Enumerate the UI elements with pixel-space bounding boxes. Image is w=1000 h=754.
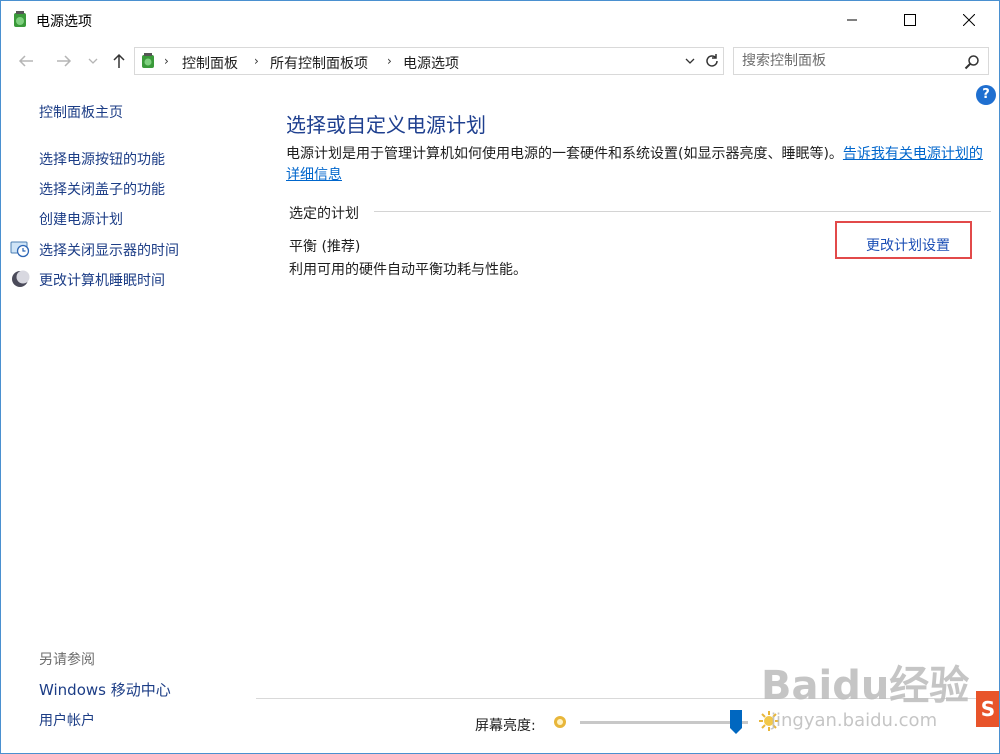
- title-bar: 电源选项: [1, 1, 999, 39]
- arrow-up-icon: [113, 53, 125, 68]
- breadcrumb-separator-icon[interactable]: ›: [254, 54, 259, 68]
- sidebar-item-sleep-time[interactable]: 更改计算机睡眠时间: [39, 270, 165, 290]
- plan-name[interactable]: 平衡 (推荐): [289, 236, 360, 256]
- close-icon: [963, 14, 975, 26]
- chevron-down-icon: [88, 58, 98, 64]
- sidebar-item-power-button[interactable]: 选择电源按钮的功能: [39, 149, 165, 169]
- monitor-clock-icon: [10, 241, 30, 258]
- brightness-slider-thumb[interactable]: [730, 710, 743, 734]
- breadcrumb-separator-icon[interactable]: ›: [164, 54, 169, 68]
- selected-plan-heading: 选定的计划: [289, 206, 359, 222]
- minimize-button[interactable]: [822, 1, 882, 39]
- forward-button[interactable]: [51, 49, 77, 73]
- change-plan-settings-link[interactable]: 更改计划设置: [866, 235, 950, 255]
- recent-locations-button[interactable]: [85, 49, 101, 73]
- page-title: 选择或自定义电源计划: [286, 113, 486, 137]
- help-icon: ?: [982, 87, 990, 102]
- search-box[interactable]: [733, 47, 989, 75]
- power-options-icon: [14, 11, 26, 27]
- minimize-icon: [847, 19, 857, 21]
- search-input[interactable]: [742, 52, 952, 70]
- sidebar-item-display-off[interactable]: 选择关闭显示器的时间: [39, 240, 179, 260]
- address-bar[interactable]: › 控制面板 › 所有控制面板项 › 电源选项: [134, 47, 724, 75]
- arrow-right-icon: [57, 55, 72, 67]
- help-button[interactable]: ?: [976, 85, 996, 105]
- breadcrumb-control-panel[interactable]: 控制面板: [182, 53, 238, 73]
- up-button[interactable]: [107, 49, 131, 73]
- maximize-button[interactable]: [880, 1, 940, 39]
- page-description: 电源计划是用于管理计算机如何使用电源的一套硬件和系统设置(如显示器亮度、睡眠等)…: [286, 144, 986, 186]
- breadcrumb-separator-icon[interactable]: ›: [387, 54, 392, 68]
- power-options-window: 电源选项 › 控制面板 › 所有控制面板项 › 电源选项 搜索控制面板 ? 控制…: [0, 0, 1000, 754]
- see-also-heading: 另请参阅: [39, 652, 95, 668]
- search-icon[interactable]: [964, 54, 980, 70]
- breadcrumb-all-items[interactable]: 所有控制面板项: [270, 53, 368, 73]
- arrow-left-icon: [18, 55, 33, 67]
- chevron-down-icon[interactable]: [685, 57, 695, 65]
- description-text: 电源计划是用于管理计算机如何使用电源的一套硬件和系统设置(如显示器亮度、睡眠等)…: [286, 146, 843, 162]
- sidebar-item-lid-close[interactable]: 选择关闭盖子的功能: [39, 179, 165, 199]
- watermark-url: jingyan.baidu.com: [771, 710, 938, 731]
- moon-icon: [12, 270, 30, 287]
- refresh-icon: [706, 54, 718, 67]
- brightness-label: 屏幕亮度:: [475, 718, 536, 734]
- breadcrumb-power-options[interactable]: 电源选项: [403, 53, 459, 73]
- see-also-mobility-center[interactable]: Windows 移动中心: [39, 679, 171, 700]
- brightness-slider[interactable]: [580, 721, 748, 724]
- close-button[interactable]: [939, 1, 999, 39]
- back-button[interactable]: [13, 49, 39, 73]
- navigation-bar: › 控制面板 › 所有控制面板项 › 电源选项: [1, 45, 999, 77]
- window-title: 电源选项: [36, 14, 92, 30]
- power-options-icon: [142, 53, 154, 68]
- watermark-badge-icon: S: [976, 691, 999, 727]
- plan-description: 利用可用的硬件自动平衡功耗与性能。: [289, 262, 527, 278]
- sidebar-control-panel-home[interactable]: 控制面板主页: [39, 102, 123, 122]
- change-plan-settings-highlight: 更改计划设置: [835, 221, 972, 259]
- divider: [374, 211, 991, 212]
- brightness-low-icon: [554, 716, 566, 728]
- sidebar-item-create-plan[interactable]: 创建电源计划: [39, 209, 123, 229]
- see-also-user-accounts[interactable]: 用户帐户: [39, 710, 95, 730]
- watermark-logo: Baidu经验: [761, 663, 970, 709]
- maximize-icon: [904, 14, 916, 26]
- refresh-button[interactable]: [701, 49, 723, 73]
